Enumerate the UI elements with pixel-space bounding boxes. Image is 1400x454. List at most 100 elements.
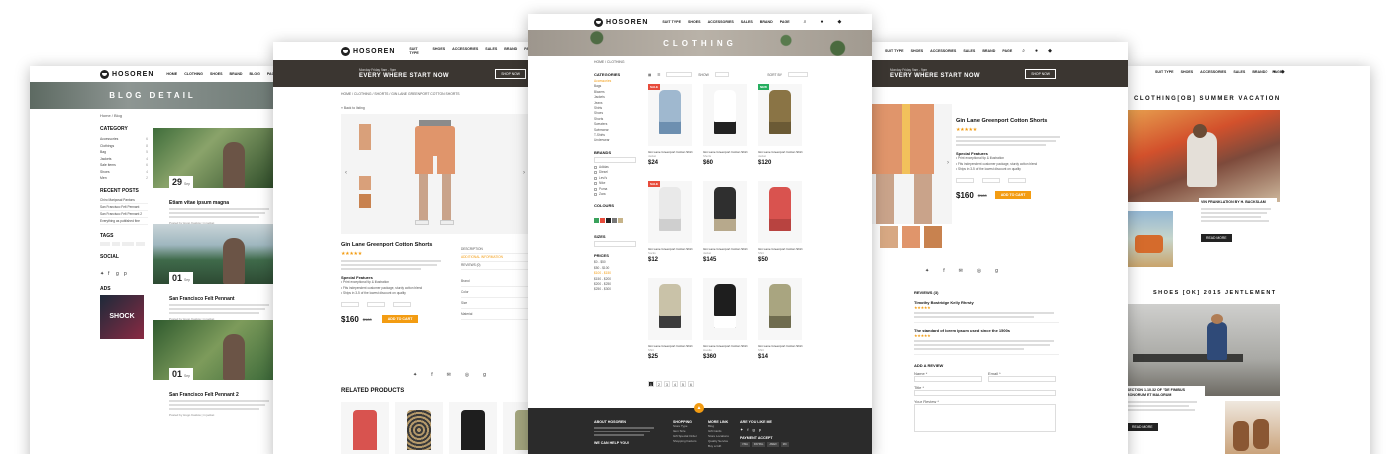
google-icon[interactable]: g (483, 372, 486, 378)
category-item[interactable]: Men 2 (100, 175, 148, 182)
product-card[interactable]: Gin Lane Greenport Cotton Shirt Hoodie $36… (703, 278, 753, 360)
color-select[interactable] (393, 301, 411, 307)
nav-item[interactable]: CLOTHING (184, 72, 203, 76)
brand-checkbox[interactable] (594, 171, 597, 175)
nav-item[interactable]: SUIT TYPE (409, 47, 425, 55)
chevron-right-icon[interactable]: › (523, 170, 525, 176)
gallery-thumb[interactable] (880, 226, 898, 248)
scroll-top-icon[interactable]: ▲ (694, 403, 704, 413)
post-thumbnail[interactable] (1125, 211, 1173, 267)
nav-item[interactable]: BRAND (504, 47, 517, 55)
ads-banner[interactable]: SHOCK (100, 294, 144, 339)
product-card[interactable]: Gin Lane Greenport Cotton Shirt Shirt $25 (648, 278, 698, 360)
gallery-thumb[interactable] (902, 226, 920, 248)
size-select[interactable] (594, 241, 636, 248)
nav-item[interactable]: SHOES (911, 49, 924, 53)
sort-select[interactable] (666, 72, 693, 77)
post-title[interactable]: Etiam vitae ipsum magna (169, 200, 273, 206)
email-icon[interactable]: ✉ (959, 268, 963, 274)
shop-now-button[interactable]: SHOP NOW (1025, 68, 1056, 79)
name-field[interactable] (914, 376, 982, 382)
cart-icon[interactable]: ◆ (1048, 48, 1052, 54)
page-link[interactable]: 1 (648, 381, 654, 387)
page-link[interactable]: 2 (656, 381, 662, 387)
nav-item[interactable]: SALES (485, 47, 497, 55)
recent-post-link[interactable]: San Francisco Felt Pennant (100, 204, 148, 211)
cart-icon[interactable]: ◆ (1281, 69, 1285, 75)
product-card[interactable]: Gin Lane Greenport Cotton Shirt Shorts $60 (703, 84, 753, 166)
breadcrumb[interactable]: HOME / CLOTHING (594, 60, 625, 65)
product-card[interactable]: Gin Lane Greenport Cotton Shirt Jacket $14… (703, 181, 753, 263)
product-image[interactable]: NEW (758, 84, 802, 146)
logo[interactable]: HOSOREN (594, 17, 648, 27)
nav-item[interactable]: SALES (741, 20, 753, 24)
order-select[interactable] (788, 72, 808, 77)
nav-item[interactable]: SUIT TYPE (1155, 70, 1174, 74)
product-card[interactable]: NEW Gin Lane Greenport Cotton Shirt Jacket… (758, 84, 808, 166)
post-title[interactable]: San Francisco Felt Pennant (169, 296, 273, 302)
chevron-right-icon[interactable]: › (947, 160, 949, 166)
brand-search-input[interactable] (594, 156, 636, 163)
cart-icon[interactable]: ◆ (837, 19, 841, 25)
nav-item[interactable]: ACCESSORIES (1200, 70, 1226, 74)
breadcrumb[interactable]: Home / Blog (100, 113, 122, 118)
product-card[interactable]: SALE Gin Lane Greenport Cotton Shirt Socks… (648, 181, 698, 263)
chevron-left-icon[interactable]: ‹ (345, 170, 347, 176)
nav-item[interactable]: BRAND (760, 20, 773, 24)
brand-checkbox[interactable] (594, 182, 597, 186)
gallery-thumb[interactable] (924, 226, 942, 248)
gallery-thumb[interactable] (359, 194, 371, 208)
nav-item[interactable]: BRAND (982, 49, 995, 53)
product-name[interactable]: Gin Lane Greenport Cotton Shirt (758, 344, 808, 348)
product-image[interactable] (703, 278, 747, 340)
size-select[interactable] (367, 301, 385, 307)
nav-item[interactable]: SUIT TYPE (662, 20, 681, 24)
breadcrumb[interactable]: HOME / CLOTHING / SHORTS / GIN LANE GREE… (341, 92, 460, 97)
nav-item[interactable]: HOME (166, 72, 177, 76)
recent-post-link[interactable]: Everything as published fine (100, 218, 148, 225)
nav-item[interactable]: SHOES (688, 20, 701, 24)
product-image[interactable] (703, 84, 747, 146)
nav-item[interactable]: PAGE (780, 20, 790, 24)
email-field[interactable] (988, 376, 1056, 382)
gallery-thumb[interactable] (359, 176, 371, 190)
related-product-card[interactable] (449, 402, 497, 454)
product-name[interactable]: Gin Lane Greenport Cotton Shirt (648, 344, 698, 348)
add-to-cart-button[interactable]: ADD TO CART (381, 315, 419, 323)
footer-link[interactable]: Shopping Factors (673, 439, 707, 444)
colour-swatch-green[interactable] (594, 218, 599, 224)
product-image[interactable] (758, 181, 802, 243)
review-textarea[interactable] (914, 404, 1056, 432)
post-title[interactable]: CLOTHING[OB] SUMMER VACATION (1134, 96, 1281, 102)
size-select[interactable] (982, 177, 1000, 183)
tag[interactable] (112, 241, 120, 246)
page-link[interactable]: 5 (680, 381, 686, 387)
nav-item[interactable]: PAGE (1002, 49, 1012, 53)
page-link[interactable]: 6 (688, 381, 694, 387)
facebook-icon[interactable]: f (747, 427, 748, 432)
facebook-icon[interactable]: f (943, 268, 944, 274)
nav-item[interactable]: SHOES (1181, 70, 1194, 74)
post-image[interactable] (1125, 304, 1280, 396)
product-image[interactable]: SALE (648, 181, 692, 243)
gallery-thumb[interactable] (359, 124, 371, 150)
brand-checkbox[interactable] (594, 166, 597, 170)
recent-post-link[interactable]: Chiro Mariposal Pantons (100, 197, 148, 204)
nav-item[interactable]: BRAND (1252, 70, 1265, 74)
logo[interactable]: HOSOREN (100, 69, 154, 79)
product-image[interactable]: SALE (648, 84, 692, 146)
colour-swatch-black[interactable] (606, 218, 611, 224)
title-field[interactable] (914, 390, 1056, 396)
nav-item[interactable]: ACCESSORIES (708, 20, 734, 24)
tag[interactable] (136, 241, 145, 246)
back-to-listing-link[interactable]: « Back to listing (341, 106, 365, 111)
pinterest-icon[interactable]: ◎ (465, 372, 469, 378)
brand-checkbox[interactable] (594, 187, 597, 191)
product-name[interactable]: Gin Lane Greenport Cotton Shirt (758, 247, 808, 251)
nav-item[interactable]: SHOES (433, 47, 446, 55)
facebook-icon[interactable]: f (431, 372, 432, 378)
google-icon[interactable]: g (116, 271, 121, 277)
nav-item[interactable]: SALES (1233, 70, 1245, 74)
twitter-icon[interactable]: ✦ (413, 372, 417, 378)
pinterest-icon[interactable]: p (124, 271, 129, 277)
